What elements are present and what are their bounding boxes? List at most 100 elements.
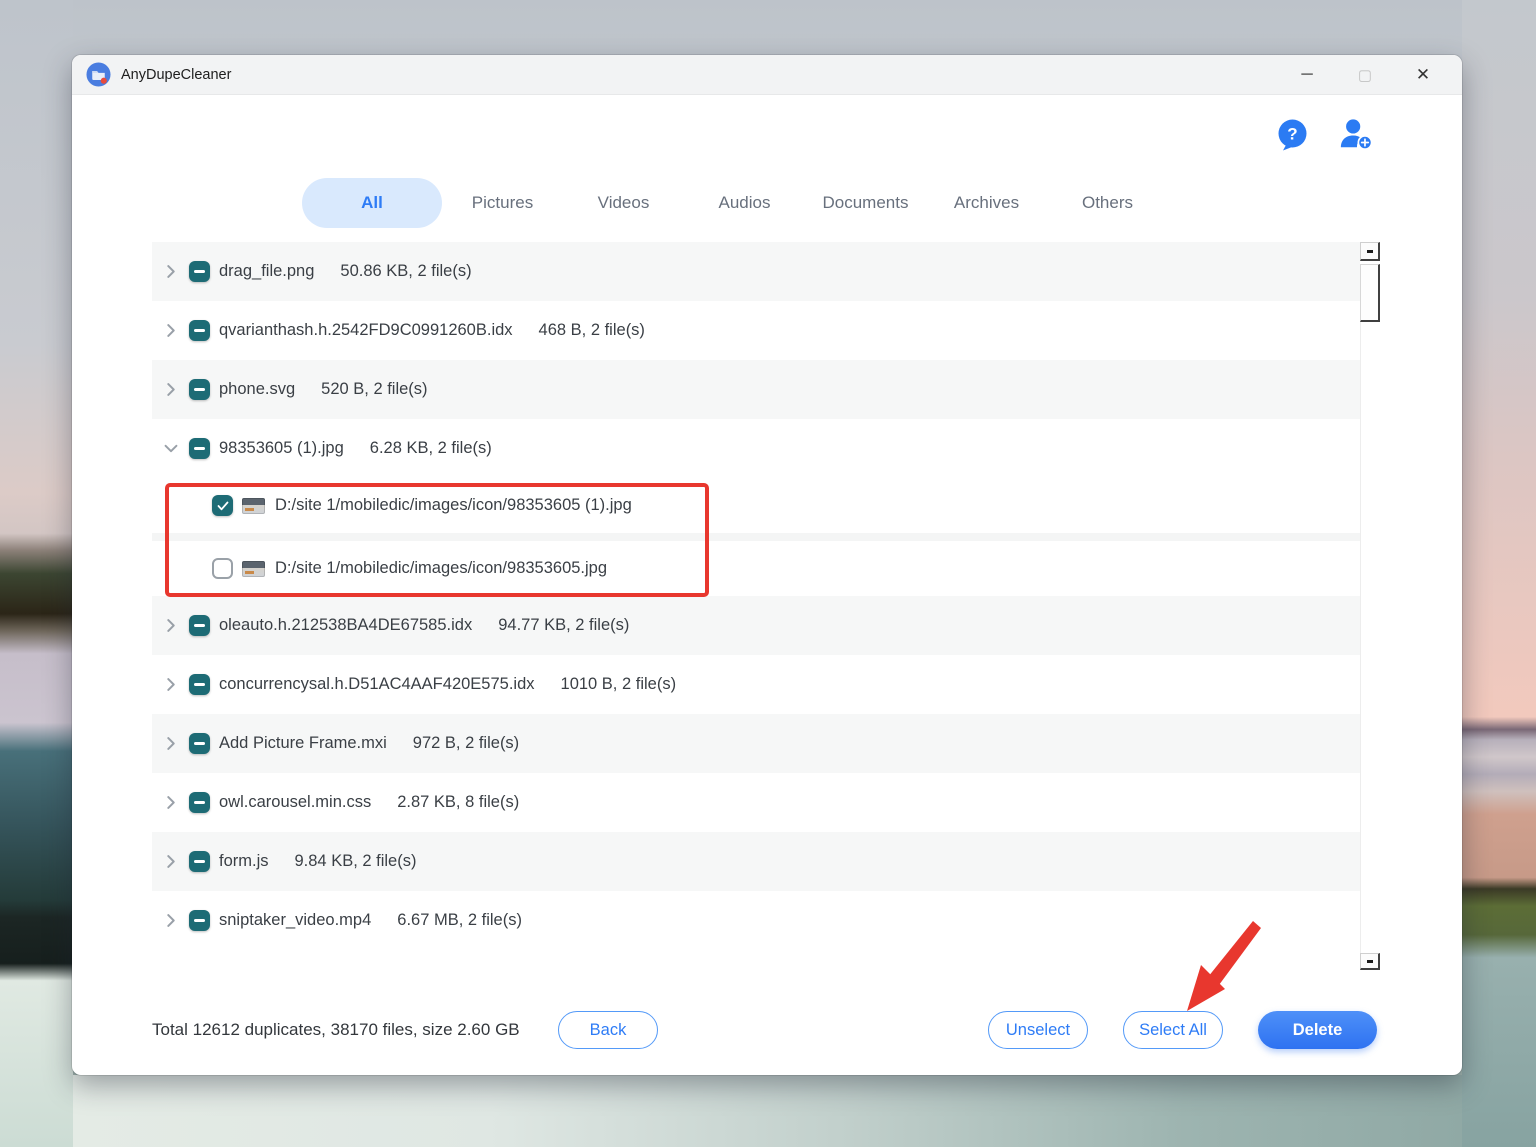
file-group-name: concurrencysal.h.D51AC4AAF420E575.idx: [219, 675, 535, 693]
duplicate-file-list: drag_file.png 50.86 KB, 2 file(s) qvaria…: [152, 242, 1360, 970]
file-group-row[interactable]: oleauto.h.212538BA4DE67585.idx 94.77 KB,…: [152, 596, 1360, 655]
chevron-right-icon[interactable]: [165, 678, 177, 691]
app-logo-icon: [86, 62, 111, 87]
file-path: D:/site 1/mobiledic/images/icon/98353605…: [275, 559, 608, 577]
file-group-meta: 50.86 KB, 2 file(s): [340, 262, 472, 280]
file-group-name: form.js: [219, 852, 269, 870]
file-group-meta: 2.87 KB, 8 file(s): [397, 793, 520, 811]
wallpaper-marsh-strip: [1462, 0, 1536, 1147]
minimize-button[interactable]: ─: [1278, 55, 1336, 95]
duplicate-file-row[interactable]: D:/site 1/mobiledic/images/icon/98353605…: [152, 478, 1360, 533]
scroll-up-button[interactable]: [1360, 242, 1380, 261]
maximize-button[interactable]: ▢: [1336, 55, 1394, 95]
file-group-name: owl.carousel.min.css: [219, 793, 372, 811]
group-checkbox-indeterminate[interactable]: [189, 320, 210, 341]
scroll-down-button[interactable]: [1360, 953, 1380, 970]
chevron-right-icon[interactable]: [165, 855, 177, 868]
app-window: AnyDupeCleaner ─ ▢ ✕ ? AllPicturesVide: [72, 55, 1462, 1075]
toolbar: ?: [1275, 117, 1437, 151]
menu-icon[interactable]: [1403, 117, 1437, 151]
chevron-right-icon[interactable]: [165, 619, 177, 632]
chevron-right-icon[interactable]: [165, 265, 177, 278]
wallpaper-lake-strip: [73, 1075, 1462, 1147]
group-checkbox-indeterminate[interactable]: [189, 674, 210, 695]
tab-label: Others: [1081, 193, 1134, 212]
chevron-right-icon[interactable]: [165, 737, 177, 750]
titlebar: AnyDupeCleaner ─ ▢ ✕: [72, 55, 1462, 95]
group-checkbox-indeterminate[interactable]: [189, 438, 210, 459]
tab-others[interactable]: Others: [1047, 178, 1168, 228]
file-group-row[interactable]: phone.svg 520 B, 2 file(s): [152, 360, 1360, 419]
back-button[interactable]: Back: [558, 1011, 658, 1049]
close-button[interactable]: ✕: [1394, 55, 1452, 95]
file-group-meta: 94.77 KB, 2 file(s): [498, 616, 630, 634]
tab-all[interactable]: All: [302, 178, 442, 228]
file-group-row[interactable]: form.js 9.84 KB, 2 file(s): [152, 832, 1360, 891]
group-checkbox-indeterminate[interactable]: [189, 261, 210, 282]
chevron-right-icon[interactable]: [165, 383, 177, 396]
file-group-meta: 9.84 KB, 2 file(s): [294, 852, 417, 870]
file-group-row[interactable]: concurrencysal.h.D51AC4AAF420E575.idx 10…: [152, 655, 1360, 714]
delete-button[interactable]: Delete: [1258, 1011, 1377, 1049]
group-checkbox-indeterminate[interactable]: [189, 733, 210, 754]
file-group-meta: 520 B, 2 file(s): [321, 380, 428, 398]
chevron-right-icon[interactable]: [165, 324, 177, 337]
tab-label: Documents: [822, 193, 909, 212]
file-path: D:/site 1/mobiledic/images/icon/98353605…: [275, 496, 632, 514]
duplicate-children-group: D:/site 1/mobiledic/images/icon/98353605…: [152, 478, 1360, 596]
group-checkbox-indeterminate[interactable]: [189, 851, 210, 872]
file-group-meta: 972 B, 2 file(s): [412, 734, 520, 752]
file-checkbox-checked[interactable]: [212, 495, 233, 516]
tab-label: Archives: [953, 193, 1020, 212]
group-checkbox-indeterminate[interactable]: [189, 615, 210, 636]
duplicate-file-row[interactable]: D:/site 1/mobiledic/images/icon/98353605…: [152, 541, 1360, 596]
group-checkbox-indeterminate[interactable]: [189, 910, 210, 931]
chevron-down-icon[interactable]: [164, 442, 178, 455]
wallpaper-mountain-strip: [0, 0, 73, 1147]
file-group-row[interactable]: sniptaker_video.mp4 6.67 MB, 2 file(s): [152, 891, 1360, 950]
file-group-name: sniptaker_video.mp4: [219, 911, 372, 929]
help-icon[interactable]: ?: [1275, 117, 1309, 151]
tab-pictures[interactable]: Pictures: [442, 178, 563, 228]
add-user-icon[interactable]: [1339, 117, 1373, 151]
file-thumbnail-icon: [242, 497, 265, 514]
file-checkbox-unchecked[interactable]: [212, 558, 233, 579]
tab-label: Pictures: [471, 193, 534, 212]
tab-archives[interactable]: Archives: [926, 178, 1047, 228]
scrollbar[interactable]: [1360, 242, 1380, 970]
tab-documents[interactable]: Documents: [805, 178, 926, 228]
total-summary: Total 12612 duplicates, 38170 files, siz…: [152, 1020, 520, 1039]
file-group-name: drag_file.png: [219, 262, 315, 280]
unselect-button[interactable]: Unselect: [988, 1011, 1088, 1049]
file-group-name: 98353605 (1).jpg: [219, 439, 344, 457]
tabs: All Pictures Videos Audios Documents Archives…: [302, 178, 1168, 228]
file-group-row[interactable]: owl.carousel.min.css 2.87 KB, 8 file(s): [152, 773, 1360, 832]
scrollbar-thumb[interactable]: [1360, 264, 1380, 322]
group-checkbox-indeterminate[interactable]: [189, 792, 210, 813]
tab-audios[interactable]: Audios: [684, 178, 805, 228]
file-group-meta: 1010 B, 2 file(s): [560, 675, 677, 693]
file-group-name: oleauto.h.212538BA4DE67585.idx: [219, 616, 473, 634]
chevron-right-icon[interactable]: [165, 914, 177, 927]
file-group-meta: 6.28 KB, 2 file(s): [369, 439, 492, 457]
chevron-right-icon[interactable]: [165, 796, 177, 809]
file-group-row[interactable]: drag_file.png 50.86 KB, 2 file(s): [152, 242, 1360, 301]
group-checkbox-indeterminate[interactable]: [189, 379, 210, 400]
window-title: AnyDupeCleaner: [121, 66, 232, 83]
file-group-name: qvarianthash.h.2542FD9C0991260B.idx: [219, 321, 513, 339]
window-controls: ─ ▢ ✕: [1278, 55, 1452, 95]
file-group-row[interactable]: Add Picture Frame.mxi 972 B, 2 file(s): [152, 714, 1360, 773]
file-group-row[interactable]: qvarianthash.h.2542FD9C0991260B.idx 468 …: [152, 301, 1360, 360]
tab-label: All: [361, 193, 383, 212]
tab-label: Videos: [597, 193, 650, 212]
scrollbar-track[interactable]: [1360, 322, 1380, 953]
file-group-row[interactable]: 98353605 (1).jpg 6.28 KB, 2 file(s): [152, 419, 1360, 478]
svg-text:?: ?: [1287, 124, 1297, 143]
tab-label: Audios: [718, 193, 771, 212]
select-all-button[interactable]: Select All: [1123, 1011, 1223, 1049]
file-group-meta: 6.67 MB, 2 file(s): [397, 911, 522, 929]
tab-videos[interactable]: Videos: [563, 178, 684, 228]
file-group-name: Add Picture Frame.mxi: [219, 734, 387, 752]
file-group-meta: 468 B, 2 file(s): [538, 321, 645, 339]
file-group-name: phone.svg: [219, 380, 296, 398]
